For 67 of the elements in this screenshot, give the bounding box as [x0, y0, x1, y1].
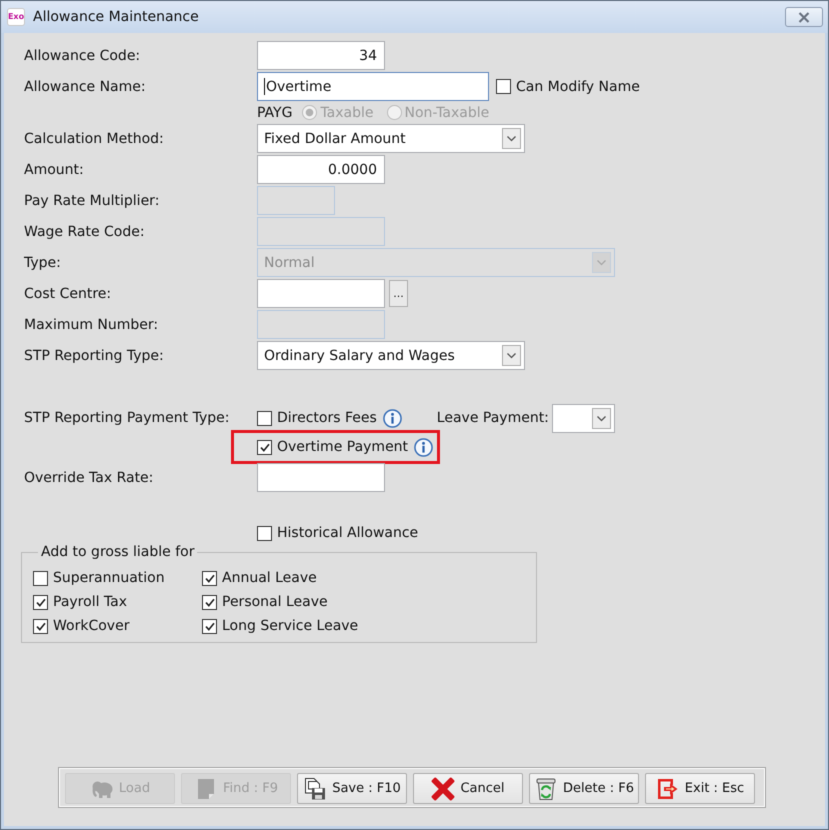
- field-label: Maximum Number:: [24, 316, 160, 332]
- close-icon: [798, 12, 810, 22]
- field-label: Leave Payment:: [436, 410, 549, 426]
- checkbox-label[interactable]: Personal Leave: [222, 594, 328, 610]
- input-field[interactable]: Overtime: [257, 72, 489, 101]
- field-label: PAYG: [257, 104, 292, 120]
- checkbox[interactable]: [496, 79, 511, 94]
- field-label: Pay Rate Multiplier:: [24, 192, 160, 208]
- checkbox[interactable]: [33, 618, 48, 634]
- checkbox-label[interactable]: Directors Fees: [277, 410, 377, 426]
- trash-icon: [534, 776, 558, 800]
- checkbox[interactable]: [257, 440, 272, 454]
- checkbox[interactable]: [257, 526, 272, 540]
- checkbox-label[interactable]: Payroll Tax: [53, 594, 128, 610]
- field-label: STP Reporting Type:: [24, 348, 165, 364]
- checkbox[interactable]: [33, 594, 48, 610]
- checkmark-icon: [260, 442, 270, 452]
- checkbox[interactable]: [202, 594, 217, 610]
- checkmark-icon: [36, 622, 46, 630]
- window-title: Allowance Maintenance: [33, 9, 199, 25]
- save-button[interactable]: Save : F10: [297, 773, 407, 804]
- delete-button[interactable]: Delete : F6: [529, 773, 639, 804]
- input-field[interactable]: [257, 279, 385, 308]
- exit-button[interactable]: Exit : Esc: [645, 773, 755, 804]
- checkbox[interactable]: [257, 410, 272, 426]
- checkbox[interactable]: [202, 618, 217, 634]
- input-field[interactable]: [257, 463, 385, 492]
- chevron-down-icon[interactable]: [592, 408, 611, 428]
- info-icon[interactable]: [382, 408, 402, 428]
- dropdown[interactable]: Fixed Dollar Amount: [257, 124, 525, 153]
- checkmark-icon: [204, 598, 214, 606]
- text-cursor: [264, 78, 265, 95]
- checkbox[interactable]: [202, 570, 217, 586]
- info-icon[interactable]: [414, 438, 434, 456]
- chevron-down-icon[interactable]: [502, 345, 521, 366]
- chevron-down-icon[interactable]: [502, 128, 521, 149]
- input-field[interactable]: 34: [257, 41, 385, 70]
- field-label: Wage Rate Code:: [24, 224, 146, 240]
- checkbox-label[interactable]: Can Modify Name: [516, 78, 640, 94]
- checkbox-label[interactable]: Overtime Payment: [277, 439, 408, 455]
- dropdown[interactable]: Ordinary Salary and Wages: [257, 341, 525, 370]
- checkmark-icon: [36, 598, 46, 606]
- field-label: Amount:: [24, 162, 85, 178]
- close-button[interactable]: [785, 7, 823, 27]
- checkbox-label[interactable]: Long Service Leave: [222, 618, 358, 634]
- cancel-button[interactable]: Cancel: [413, 773, 523, 804]
- exit-icon: [656, 776, 680, 800]
- field-label: STP Reporting Payment Type:: [24, 409, 230, 428]
- checkmark-icon: [204, 574, 214, 582]
- field-label: Allowance Code:: [24, 48, 142, 64]
- app-logo: Exo: [7, 8, 25, 26]
- cross-icon: [431, 776, 456, 800]
- checkbox-label[interactable]: WorkCover: [53, 618, 130, 634]
- checkmark-icon: [204, 622, 214, 630]
- field-label: Calculation Method:: [24, 130, 165, 146]
- checkbox-label[interactable]: Historical Allowance: [277, 525, 418, 541]
- input-field[interactable]: 0.0000: [257, 155, 385, 184]
- group-title: Add to gross liable for: [40, 544, 196, 561]
- checkbox-label[interactable]: Annual Leave: [222, 570, 317, 586]
- field-label: Cost Centre:: [24, 286, 112, 302]
- checkbox-label[interactable]: Superannuation: [53, 570, 165, 586]
- field-label: Override Tax Rate:: [24, 470, 154, 486]
- save-icon: [303, 776, 328, 800]
- checkbox[interactable]: [33, 570, 48, 586]
- field-label: Type:: [24, 254, 62, 270]
- lookup-button[interactable]: ...: [389, 280, 408, 307]
- field-label: Allowance Name:: [24, 78, 147, 94]
